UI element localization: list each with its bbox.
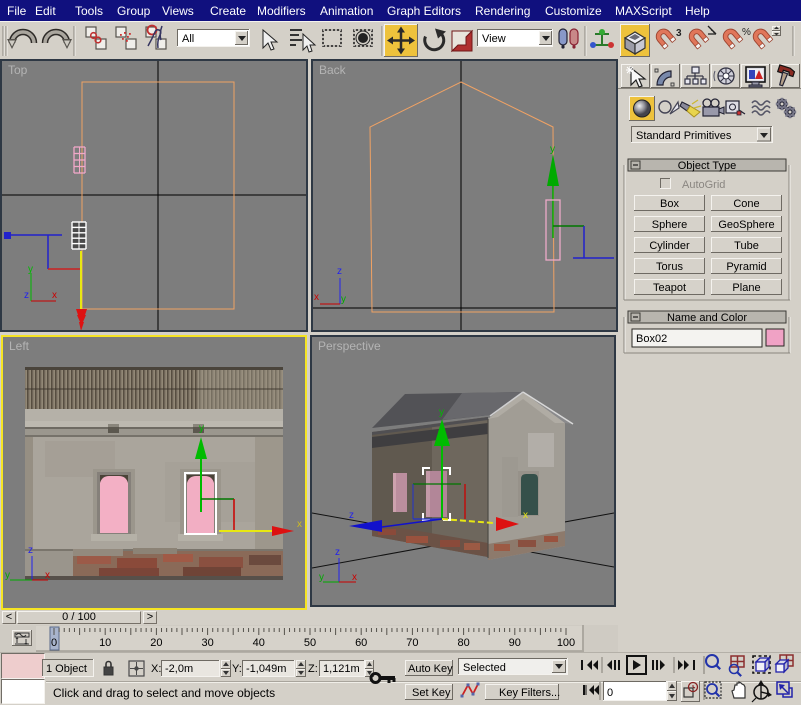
svg-text:AutoGrid: AutoGrid [682, 179, 725, 191]
svg-text:50: 50 [304, 637, 316, 649]
svg-text:Standard Primitives: Standard Primitives [636, 130, 732, 142]
svg-text:z: z [335, 547, 340, 558]
svg-text:90: 90 [509, 637, 521, 649]
svg-text:0: 0 [51, 637, 57, 649]
svg-text:z: z [337, 266, 342, 277]
svg-text:10: 10 [99, 637, 111, 649]
svg-text:Name and Color: Name and Color [667, 312, 747, 324]
svg-text:y: y [199, 423, 204, 434]
svg-text:All: All [182, 33, 194, 45]
svg-text:Teapot: Teapot [653, 282, 686, 294]
svg-text:Auto Key: Auto Key [408, 663, 453, 675]
svg-text:x: x [523, 510, 528, 521]
svg-text:40: 40 [253, 637, 265, 649]
svg-text:60: 60 [355, 637, 367, 649]
svg-text:y: y [319, 572, 324, 583]
svg-text:x: x [352, 572, 357, 583]
svg-text:Plane: Plane [732, 282, 760, 294]
svg-text:Box02: Box02 [636, 333, 667, 345]
svg-text:Click and drag to select and m: Click and drag to select and move object… [53, 686, 275, 700]
svg-text:Key Filters...: Key Filters... [499, 687, 560, 699]
svg-text:y: y [439, 407, 444, 418]
svg-text:x: x [52, 290, 57, 301]
svg-text:z: z [28, 545, 33, 556]
svg-text:y: y [28, 264, 33, 275]
svg-text:Z:: Z: [308, 663, 318, 675]
svg-text:3: 3 [676, 28, 682, 39]
svg-text:1 Object: 1 Object [46, 663, 87, 675]
svg-text:Y:: Y: [232, 663, 242, 675]
svg-text:70: 70 [406, 637, 418, 649]
svg-text:z: z [349, 510, 354, 521]
svg-text:Cone: Cone [733, 198, 759, 210]
svg-text:y: y [341, 294, 346, 305]
svg-text:y: y [5, 570, 10, 581]
svg-text:%: % [742, 27, 751, 38]
svg-text:1,121m: 1,121m [323, 663, 360, 675]
svg-text:0: 0 [607, 687, 613, 699]
svg-text:z: z [24, 290, 29, 301]
svg-text:100: 100 [557, 637, 575, 649]
svg-text:Sphere: Sphere [652, 219, 687, 231]
svg-text:Pyramid: Pyramid [726, 261, 766, 273]
svg-text:Object Type: Object Type [678, 160, 737, 172]
svg-text:x: x [297, 519, 302, 530]
svg-text:View: View [482, 33, 506, 45]
svg-text:Set Key: Set Key [412, 687, 451, 699]
svg-text:20: 20 [150, 637, 162, 649]
svg-text:GeoSphere: GeoSphere [718, 219, 774, 231]
svg-text:x: x [45, 570, 50, 581]
svg-text:X:: X: [151, 663, 161, 675]
svg-text:Torus: Torus [656, 261, 683, 273]
svg-text:Tube: Tube [734, 240, 759, 252]
svg-text:80: 80 [457, 637, 469, 649]
svg-text:y: y [550, 144, 555, 155]
svg-text:Box: Box [660, 198, 679, 210]
svg-text:-2,0m: -2,0m [165, 663, 193, 675]
svg-text:Selected: Selected [463, 662, 506, 674]
svg-text:-1,049m: -1,049m [246, 663, 286, 675]
svg-text:30: 30 [201, 637, 213, 649]
svg-text:x: x [314, 292, 319, 303]
svg-text:Cylinder: Cylinder [649, 240, 690, 252]
